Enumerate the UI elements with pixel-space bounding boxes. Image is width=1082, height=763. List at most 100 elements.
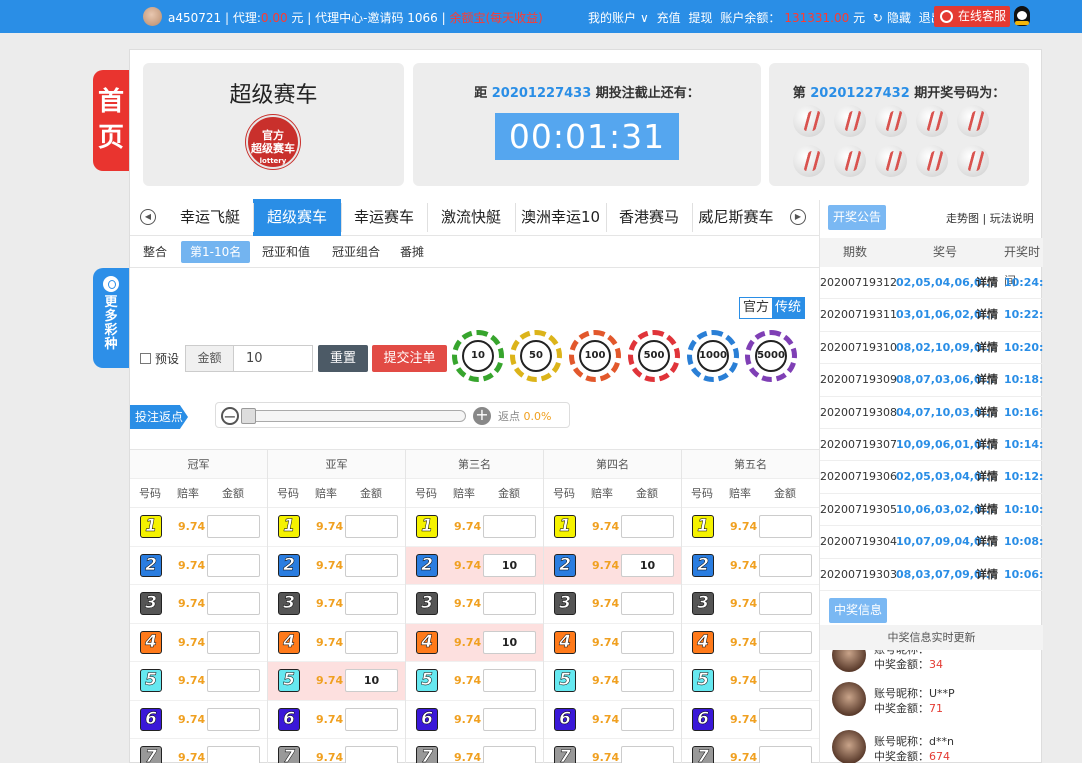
minus-icon[interactable]: − (221, 407, 239, 425)
plus-icon[interactable]: + (473, 407, 491, 425)
withdraw-link[interactable]: 提现 (688, 11, 712, 25)
tab-lottery[interactable]: 威尼斯赛车 (692, 199, 780, 236)
more-lotteries-button[interactable]: 更多彩种 (93, 268, 129, 368)
bet-row[interactable]: 3 9.74 (268, 585, 405, 624)
history-row[interactable]: 2020071931008,02,10,09,0...10:20:00详情 (820, 332, 1043, 365)
submit-bet-button[interactable]: 提交注单 (372, 345, 447, 372)
subtab[interactable]: 番摊 (400, 241, 424, 263)
bet-amount-input[interactable] (207, 707, 260, 731)
bet-amount-input[interactable] (759, 553, 812, 577)
detail-link[interactable]: 详情 (976, 332, 998, 363)
bet-row[interactable]: 5 9.74 10 (268, 662, 405, 701)
tab-lottery[interactable]: 香港赛马 (606, 199, 692, 236)
bet-amount-input[interactable] (207, 669, 260, 692)
bet-row[interactable]: 3 9.74 (682, 585, 819, 624)
bet-amount-input[interactable] (621, 669, 674, 692)
history-row[interactable]: 2020071930510,06,03,02,0...10:10:00详情 (820, 494, 1043, 527)
tab-lottery[interactable]: 激流快艇 (427, 199, 515, 236)
bet-row[interactable]: 3 9.74 (130, 585, 267, 624)
bet-row[interactable]: 4 9.74 (682, 624, 819, 662)
bet-amount-input[interactable] (483, 515, 536, 538)
tabs-prev-icon[interactable]: ◀ (140, 209, 156, 225)
bet-row[interactable]: 1 9.74 (682, 508, 819, 547)
bet-amount-input[interactable]: 10 (621, 553, 674, 577)
bet-row[interactable]: 7 9.74 (130, 739, 267, 763)
amount-field[interactable]: 金额 10 (185, 345, 313, 372)
subtab[interactable]: 冠亚和值 (262, 241, 310, 263)
bet-amount-input[interactable] (345, 515, 398, 538)
bet-row[interactable]: 4 9.74 (130, 624, 267, 662)
bet-amount-input[interactable]: 10 (483, 630, 536, 654)
bet-row[interactable]: 1 9.74 (268, 508, 405, 547)
bet-amount-input[interactable] (345, 707, 398, 731)
detail-link[interactable]: 详情 (976, 267, 998, 298)
bet-row[interactable]: 7 9.74 (544, 739, 681, 763)
bet-amount-input[interactable] (759, 707, 812, 731)
subtab[interactable]: 第1-10名 (181, 241, 251, 263)
history-row[interactable]: 2020071930908,07,03,06,0...10:18:00详情 (820, 364, 1043, 397)
bet-amount-input[interactable] (483, 592, 536, 615)
bet-amount-input[interactable] (759, 746, 812, 763)
bet-amount-input[interactable] (345, 746, 398, 763)
tabs-next-icon[interactable]: ▶ (790, 209, 806, 225)
bet-row[interactable]: 1 9.74 (544, 508, 681, 547)
bet-amount-input[interactable] (759, 669, 812, 692)
bet-row[interactable]: 5 9.74 (130, 662, 267, 701)
bet-row[interactable]: 5 9.74 (544, 662, 681, 701)
chip-1000[interactable]: 1000 (687, 330, 739, 382)
recharge-link[interactable]: 充值 (657, 11, 681, 25)
subtab[interactable]: 冠亚组合 (332, 241, 380, 263)
detail-link[interactable]: 详情 (976, 526, 998, 557)
tab-lottery[interactable]: 幸运飞艇 (167, 199, 253, 236)
bet-row[interactable]: 4 9.74 (544, 624, 681, 662)
rebate-track[interactable] (241, 410, 466, 422)
bet-row[interactable]: 4 9.74 (268, 624, 405, 662)
bet-amount-input[interactable] (207, 515, 260, 538)
bet-row[interactable]: 6 9.74 (544, 701, 681, 739)
reset-button[interactable]: 重置 (318, 345, 368, 372)
bet-row[interactable]: 6 9.74 (682, 701, 819, 739)
bet-amount-input[interactable] (345, 630, 398, 654)
bet-amount-input[interactable] (759, 515, 812, 538)
detail-link[interactable]: 详情 (976, 397, 998, 428)
detail-link[interactable]: 详情 (976, 299, 998, 330)
bet-row[interactable]: 3 9.74 (544, 585, 681, 624)
bet-row[interactable]: 2 9.74 (130, 547, 267, 585)
bet-amount-input[interactable] (621, 707, 674, 731)
bet-row[interactable]: 1 9.74 (130, 508, 267, 547)
bet-amount-input[interactable] (207, 630, 260, 654)
yuebao-link[interactable]: 余额宝(每天收益) (449, 11, 542, 25)
bet-row[interactable]: 5 9.74 (682, 662, 819, 701)
preset-checkbox[interactable]: 预设 (140, 350, 179, 367)
tab-lottery[interactable]: 幸运赛车 (341, 199, 427, 236)
detail-link[interactable]: 详情 (976, 494, 998, 525)
online-service-button[interactable]: 在线客服 (934, 6, 1010, 27)
subtab[interactable]: 整合 (143, 241, 167, 263)
agent-center-link[interactable]: 代理中心-邀请码 1066 (315, 11, 438, 25)
history-row[interactable]: 2020071930804,07,10,03,0...10:16:00详情 (820, 397, 1043, 429)
detail-link[interactable]: 详情 (976, 429, 998, 460)
bet-amount-input[interactable]: 10 (483, 553, 536, 577)
trend-link[interactable]: 走势图 (946, 212, 979, 225)
win-info-button[interactable]: 中奖信息 (829, 598, 888, 623)
bet-row[interactable]: 2 9.74 (268, 547, 405, 585)
detail-link[interactable]: 详情 (976, 364, 998, 395)
bet-amount-input[interactable] (621, 515, 674, 538)
draw-notice-button[interactable]: 开奖公告 (828, 205, 887, 230)
bet-row[interactable]: 6 9.74 (130, 701, 267, 739)
mode-official[interactable]: 官方 (740, 298, 772, 318)
chip-50[interactable]: 50 (510, 330, 562, 382)
bet-row[interactable]: 2 9.74 10 (544, 546, 681, 585)
history-row[interactable]: 2020071930410,07,09,04,0...10:08:00详情 (820, 526, 1043, 559)
bet-row[interactable]: 6 9.74 (268, 701, 405, 739)
tab-lottery[interactable]: 超级赛车 (253, 199, 341, 236)
tab-lottery[interactable]: 澳洲幸运10 (515, 199, 606, 236)
bet-amount-input[interactable] (207, 746, 260, 763)
home-button[interactable]: 首页 (93, 70, 129, 171)
history-row[interactable]: 2020071930710,09,06,01,0...10:14:00详情 (820, 429, 1043, 462)
bet-amount-input[interactable]: 10 (345, 669, 398, 692)
chip-5000[interactable]: 5000 (745, 330, 797, 382)
history-row[interactable]: 2020071930602,05,03,04,0...10:12:00详情 (820, 461, 1043, 494)
bet-amount-input[interactable] (345, 553, 398, 577)
history-row[interactable]: 2020071930308,03,07,09,0...10:06:00详情 (820, 559, 1043, 591)
